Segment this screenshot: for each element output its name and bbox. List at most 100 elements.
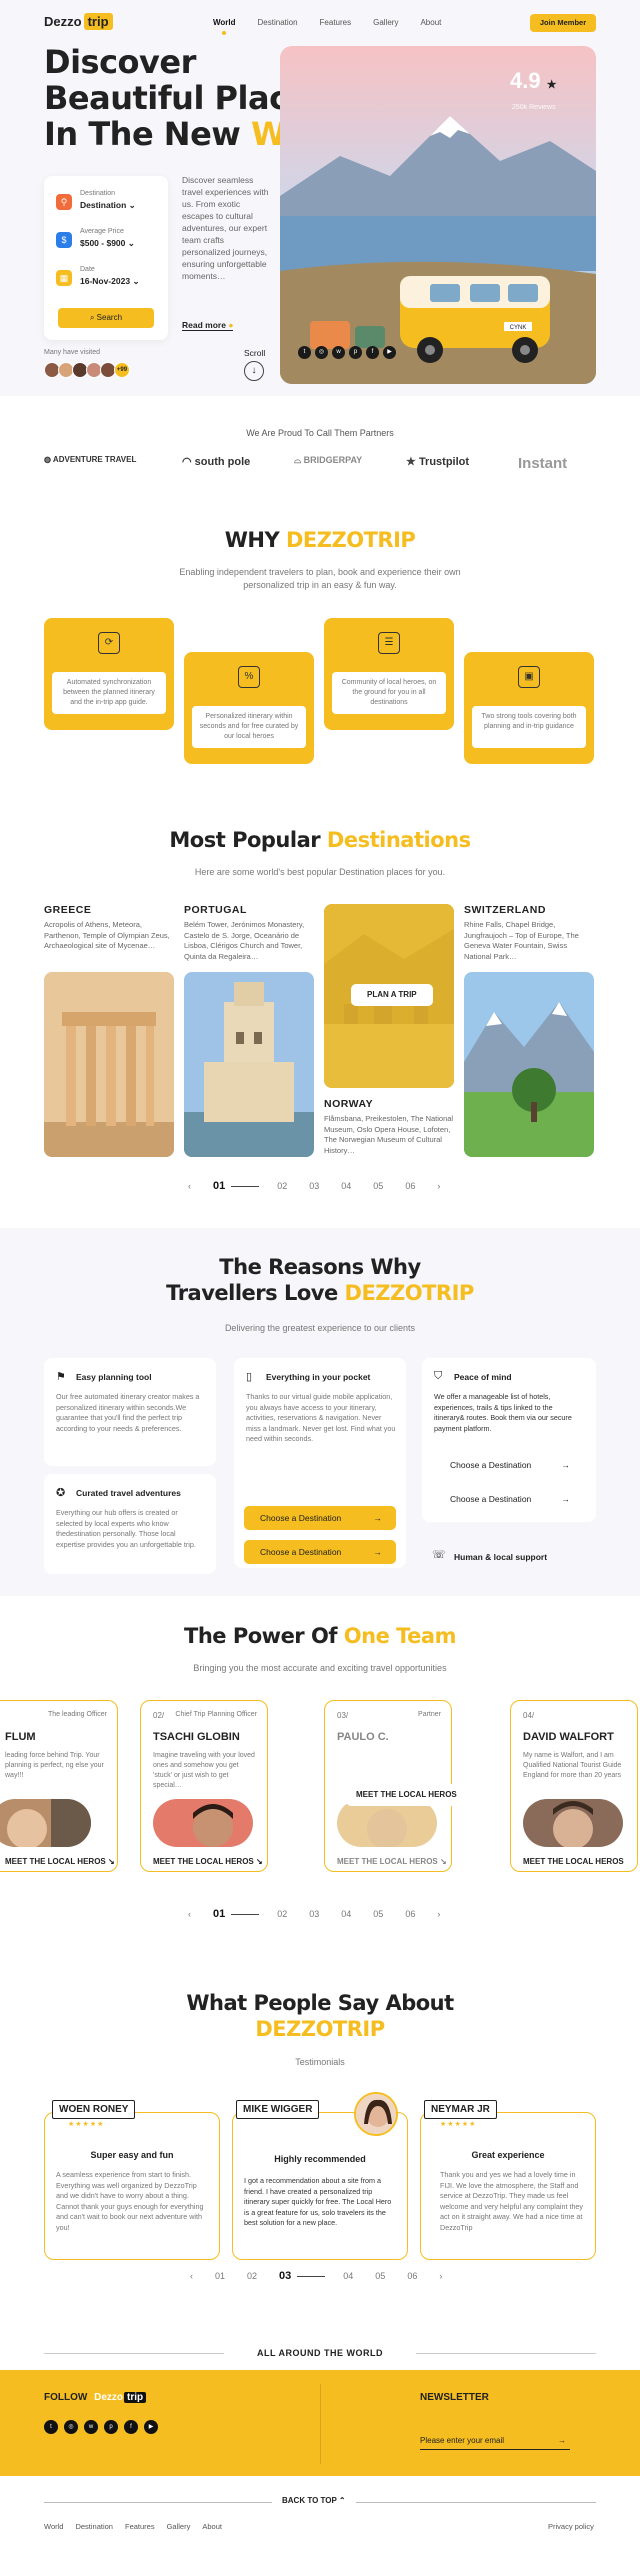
instagram-icon[interactable]: ◎	[315, 346, 328, 359]
page-03[interactable]: 03	[309, 1181, 319, 1191]
location-pin-icon: ⚲	[56, 194, 72, 210]
page-04[interactable]: 04	[341, 1909, 351, 1919]
top-nav: Dezzo trip World Destination Features Gal…	[0, 0, 640, 46]
meet-heros-link[interactable]: MEET THE LOCAL HEROS	[523, 1857, 624, 1866]
page-05[interactable]: 05	[373, 1909, 383, 1919]
next-arrow-icon[interactable]: ›	[437, 1181, 440, 1191]
arrow-right-icon: →	[373, 1513, 383, 1523]
whatsapp-icon[interactable]: w	[84, 2420, 98, 2434]
page-01[interactable]: 01	[213, 1908, 225, 1920]
reason-card-pocket: ▯ Everything in your pocket Thanks to ou…	[234, 1358, 406, 1568]
prev-arrow-icon[interactable]: ‹	[188, 1909, 191, 1919]
page-03[interactable]: 03	[279, 2270, 291, 2282]
facebook-icon[interactable]: f	[124, 2420, 138, 2434]
nav-link-features[interactable]: Features	[320, 18, 352, 27]
arrow-icon: ↘	[255, 1857, 263, 1866]
chevron-down-icon: ⌄	[128, 200, 136, 210]
choose-destination-button[interactable]: Choose a Destination →	[434, 1488, 584, 1510]
nav-link-gallery[interactable]: Gallery	[373, 18, 398, 27]
facebook-icon[interactable]: f	[366, 346, 379, 359]
footer-links: World Destination Features Gallery About	[44, 2522, 222, 2531]
prev-arrow-icon[interactable]: ‹	[188, 1181, 191, 1191]
rating-stars: ★★★★★	[440, 2121, 477, 2128]
privacy-policy-link[interactable]: Privacy policy	[548, 2522, 594, 2531]
testimonial-name: MIKE WIGGER	[236, 2100, 320, 2119]
rating-stars: ★★★★★	[68, 2121, 105, 2128]
license-plate: CYNK	[510, 325, 527, 331]
partner-bridgerpay: ⌓ BRIDGERPAY	[294, 455, 363, 465]
page-04[interactable]: 04	[341, 1181, 351, 1191]
youtube-icon[interactable]: ▶	[144, 2420, 158, 2434]
page-06[interactable]: 06	[405, 1181, 415, 1191]
page-06[interactable]: 06	[407, 2271, 417, 2281]
choose-destination-button[interactable]: Choose a Destination →	[434, 1454, 584, 1476]
nav-link-destination[interactable]: Destination	[258, 18, 298, 27]
logo-text: Dezzo	[44, 14, 82, 29]
why-card: ⟳ Automated synchronization between the …	[44, 618, 174, 730]
page-06[interactable]: 06	[405, 1909, 415, 1919]
pinterest-icon[interactable]: p	[104, 2420, 118, 2434]
destinations-pager: ‹ 01 02 03 04 05 06 ›	[188, 1180, 462, 1192]
page-04[interactable]: 04	[343, 2271, 353, 2281]
meet-heros-link[interactable]: MEET THE LOCAL HEROS ↘	[5, 1857, 115, 1866]
hero-description: Discover seamless travel experiences wit…	[182, 175, 269, 281]
rating-reviews: 250k Reviews	[512, 104, 556, 111]
bridge-icon: ⌓	[294, 455, 302, 465]
next-arrow-icon[interactable]: ›	[437, 1909, 440, 1919]
nav-link-world[interactable]: World	[213, 18, 236, 35]
footer-link-destination[interactable]: Destination	[75, 2522, 113, 2531]
dest-image-greece[interactable]	[44, 972, 174, 1157]
chevron-up-icon: ⌃	[338, 2496, 346, 2505]
why-card: ▣ Two strong tools covering both plannin…	[464, 652, 594, 764]
testimonials-title: What People Say About DEZZOTRIP	[186, 1991, 454, 2041]
footer-link-world[interactable]: World	[44, 2522, 63, 2531]
meet-local-heros-button[interactable]: MEET THE LOCAL HEROS	[346, 1784, 467, 1806]
twitter-icon[interactable]: t	[44, 2420, 58, 2434]
instagram-icon[interactable]: ◎	[64, 2420, 78, 2434]
page-03[interactable]: 03	[309, 1909, 319, 1919]
page-02[interactable]: 02	[277, 1909, 287, 1919]
read-more-link[interactable]: Read more ●	[182, 320, 234, 331]
scroll-down-button[interactable]: ↓	[244, 361, 264, 381]
join-member-button[interactable]: Join Member	[530, 14, 596, 32]
page-02[interactable]: 02	[277, 1181, 287, 1191]
plan-trip-button[interactable]: PLAN A TRIP	[351, 984, 433, 1006]
dest-image-portugal[interactable]	[184, 972, 314, 1157]
team-photo	[153, 1799, 253, 1847]
whatsapp-icon[interactable]: w	[332, 346, 345, 359]
prev-arrow-icon[interactable]: ‹	[190, 2271, 193, 2281]
pinterest-icon[interactable]: p	[349, 346, 362, 359]
next-arrow-icon[interactable]: ›	[439, 2271, 442, 2281]
dest-name-switzerland[interactable]: SWITZERLAND	[464, 904, 546, 916]
twitter-icon[interactable]: t	[298, 346, 311, 359]
why-card: % Personalized itinerary within seconds …	[184, 652, 314, 764]
dest-name-greece[interactable]: GREECE	[44, 904, 91, 916]
footer-link-features[interactable]: Features	[125, 2522, 155, 2531]
page-05[interactable]: 05	[375, 2271, 385, 2281]
search-button[interactable]: ⌕ Search	[58, 308, 154, 328]
page-05[interactable]: 05	[373, 1181, 383, 1191]
dest-image-switzerland[interactable]	[464, 972, 594, 1157]
page-02[interactable]: 02	[247, 2271, 257, 2281]
nav-links: World Destination Features Gallery About	[213, 18, 441, 35]
percent-icon: %	[238, 666, 260, 688]
dest-name-norway[interactable]: NORWAY	[324, 1098, 373, 1110]
page-01[interactable]: 01	[215, 2271, 225, 2281]
logo[interactable]: Dezzo trip	[44, 13, 113, 30]
nav-link-about[interactable]: About	[420, 18, 441, 27]
meet-heros-link[interactable]: MEET THE LOCAL HEROS ↘	[153, 1857, 263, 1866]
page-01[interactable]: 01	[213, 1180, 225, 1192]
reasons-title: The Reasons Why Travellers Love DEZZOTRI…	[166, 1255, 474, 1305]
back-to-top-button[interactable]: BACK TO TOP ⌃	[272, 2496, 356, 2505]
badge-icon: ✪	[56, 1487, 66, 1499]
footer-link-about[interactable]: About	[202, 2522, 222, 2531]
testimonial-name: WOEN RONEY	[52, 2100, 136, 2119]
choose-destination-button[interactable]: Choose a Destination →	[244, 1540, 396, 1564]
newsletter-email-input[interactable]: Please enter your email →	[420, 2436, 570, 2450]
youtube-icon[interactable]: ▶	[383, 346, 396, 359]
footer-link-gallery[interactable]: Gallery	[167, 2522, 191, 2531]
globe-icon: ◍	[44, 455, 51, 464]
choose-destination-button[interactable]: Choose a Destination →	[244, 1506, 396, 1530]
partners-title: We Are Proud To Call Them Partners	[246, 428, 394, 438]
dest-name-portugal[interactable]: PORTUGAL	[184, 904, 247, 916]
